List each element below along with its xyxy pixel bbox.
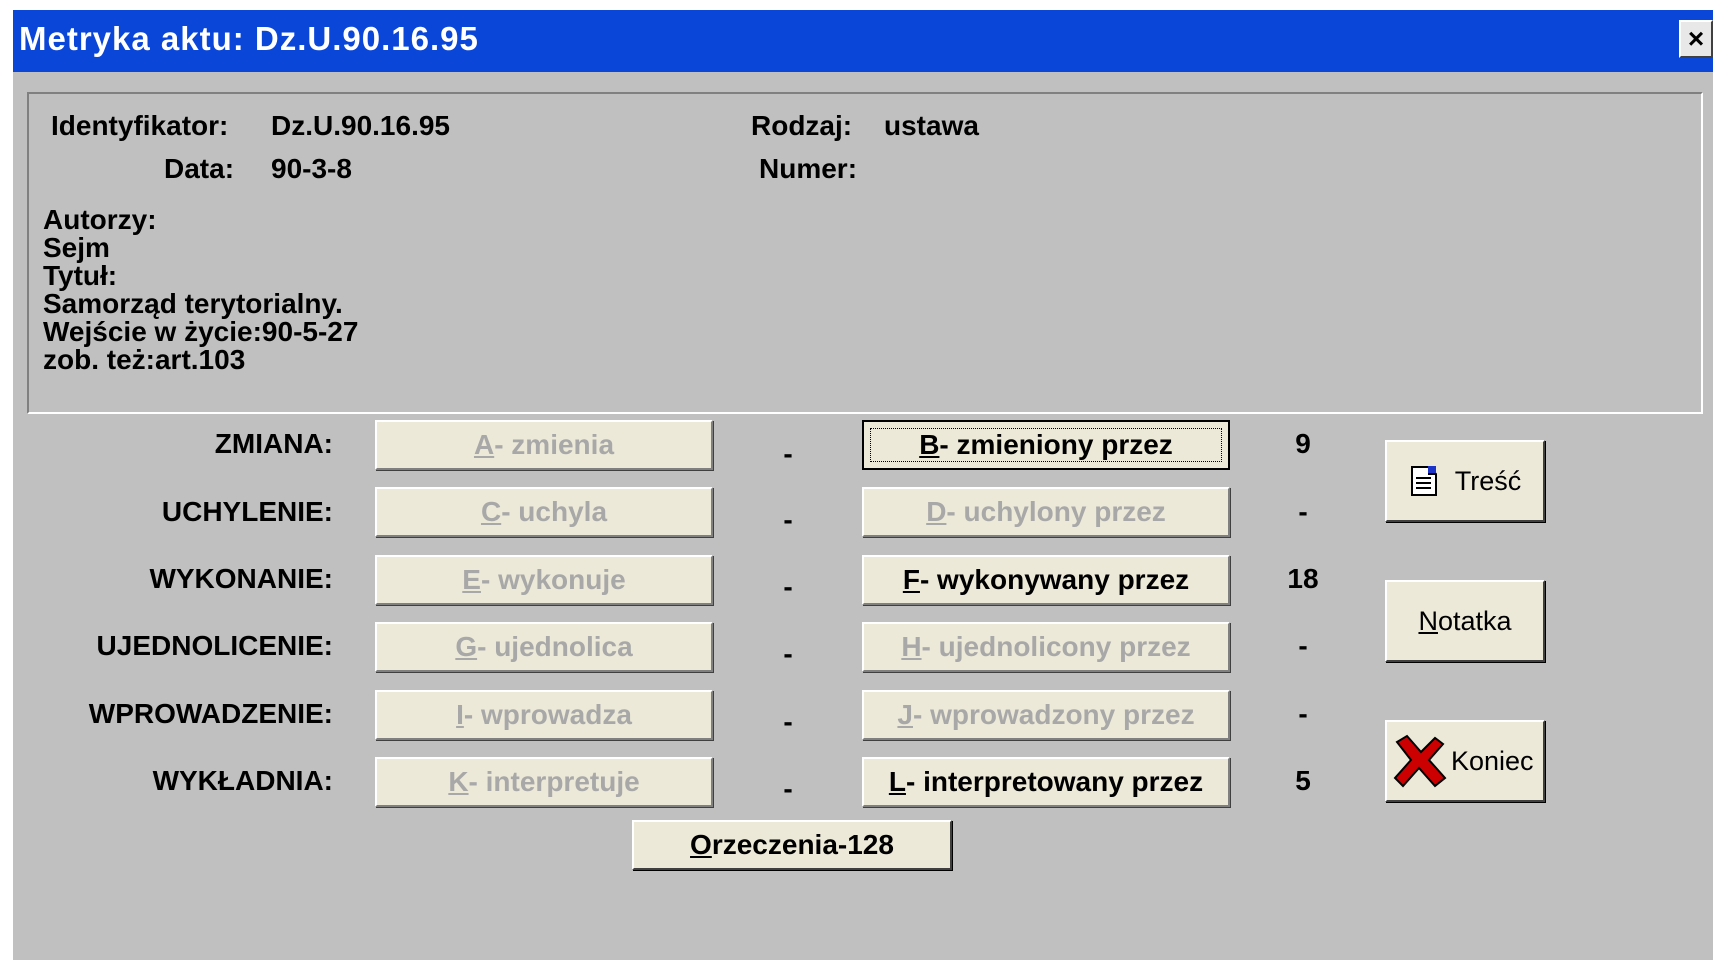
orzeczenia-button[interactable]: Orzeczenia-128 xyxy=(632,820,952,870)
uchylony-przez-button[interactable]: D - uchylony przez xyxy=(862,487,1230,537)
title-bar[interactable]: Metryka aktu: Dz.U.90.16.95 × xyxy=(13,10,1713,72)
description-block: Autorzy: Sejm Tytuł: Samorząd terytorial… xyxy=(43,206,358,374)
interpretowany-przez-count: 5 xyxy=(1295,765,1311,796)
uchyla-button[interactable]: C - uchyla xyxy=(375,487,713,537)
koniec-label: Koniec xyxy=(1451,745,1534,776)
document-icon xyxy=(1410,466,1437,496)
ujednolicony-przez-count: - xyxy=(1298,630,1308,661)
tresc-label: Treść xyxy=(1454,465,1522,496)
wykonuje-button[interactable]: E - wykonuje xyxy=(375,555,713,605)
identyfikator-label: Identyfikator: xyxy=(51,110,229,141)
tresc-button[interactable]: Treść xyxy=(1385,440,1545,522)
ujednolica-count: - xyxy=(783,638,793,669)
interpretowany-przez-button[interactable]: L - interpretowany przez xyxy=(862,757,1230,807)
wprowadza-button[interactable]: I - wprowadza xyxy=(375,690,713,740)
row-label-zmiana: ZMIANA: xyxy=(214,428,333,459)
row-label-uchylenie: UCHYLENIE: xyxy=(161,496,333,527)
dialog-window: Metryka aktu: Dz.U.90.16.95 × Identyfika… xyxy=(13,10,1713,960)
wprowadzony-przez-button[interactable]: J - wprowadzony przez xyxy=(862,690,1230,740)
data-value: 90-3-8 xyxy=(271,153,352,184)
data-label: Data: xyxy=(164,153,235,184)
uchylony-przez-count: - xyxy=(1298,496,1308,527)
wykonywany-przez-count: 18 xyxy=(1287,563,1319,594)
identyfikator-value: Dz.U.90.16.95 xyxy=(271,110,450,141)
interpretuje-count: - xyxy=(783,773,793,804)
row-label-wprowadzenie: WPROWADZENIE: xyxy=(88,698,333,729)
rodzaj-label: Rodzaj: xyxy=(751,110,853,141)
wprowadzony-przez-count: - xyxy=(1298,698,1308,729)
red-x-icon xyxy=(1393,734,1447,788)
wprowadza-count: - xyxy=(783,706,793,737)
koniec-button[interactable]: Koniec xyxy=(1385,720,1545,802)
wykonuje-count: - xyxy=(783,571,793,602)
description-line: Tytuł: xyxy=(43,260,118,291)
description-line: Wejście w życie:90-5-27 xyxy=(43,316,359,347)
wykonywany-przez-button[interactable]: F - wykonywany przez xyxy=(862,555,1230,605)
ujednolicony-przez-button[interactable]: H - ujednolicony przez xyxy=(862,622,1230,672)
description-line: zob. też:art.103 xyxy=(43,344,246,375)
row-label-wykonanie: WYKONANIE: xyxy=(149,563,333,594)
description-line: Samorząd terytorialny. xyxy=(43,288,343,319)
description-line: Sejm xyxy=(43,232,110,263)
uchyla-count: - xyxy=(783,504,793,535)
zmieniony-przez-button[interactable]: B - zmieniony przez xyxy=(862,420,1230,470)
row-label-ujednolicenie: UJEDNOLICENIE: xyxy=(96,630,333,661)
numer-label: Numer: xyxy=(759,153,858,184)
window-title: Metryka aktu: Dz.U.90.16.95 xyxy=(19,20,479,57)
description-line: Autorzy: xyxy=(43,204,157,235)
ujednolica-button[interactable]: G - ujednolica xyxy=(375,622,713,672)
focus-ring xyxy=(870,428,1222,462)
zmienia-count: - xyxy=(783,438,793,469)
notatka-button[interactable]: Notatka xyxy=(1385,580,1545,662)
close-button[interactable]: × xyxy=(1679,20,1713,58)
zmieniony-przez-count: 9 xyxy=(1295,428,1311,459)
rodzaj-value: ustawa xyxy=(884,110,979,141)
interpretuje-button[interactable]: K - interpretuje xyxy=(375,757,713,807)
info-panel: Identyfikator: Dz.U.90.16.95 Data: 90-3-… xyxy=(27,92,1703,414)
row-label-wykladnia: WYKŁADNIA: xyxy=(152,765,333,796)
zmienia-button[interactable]: A - zmienia xyxy=(375,420,713,470)
